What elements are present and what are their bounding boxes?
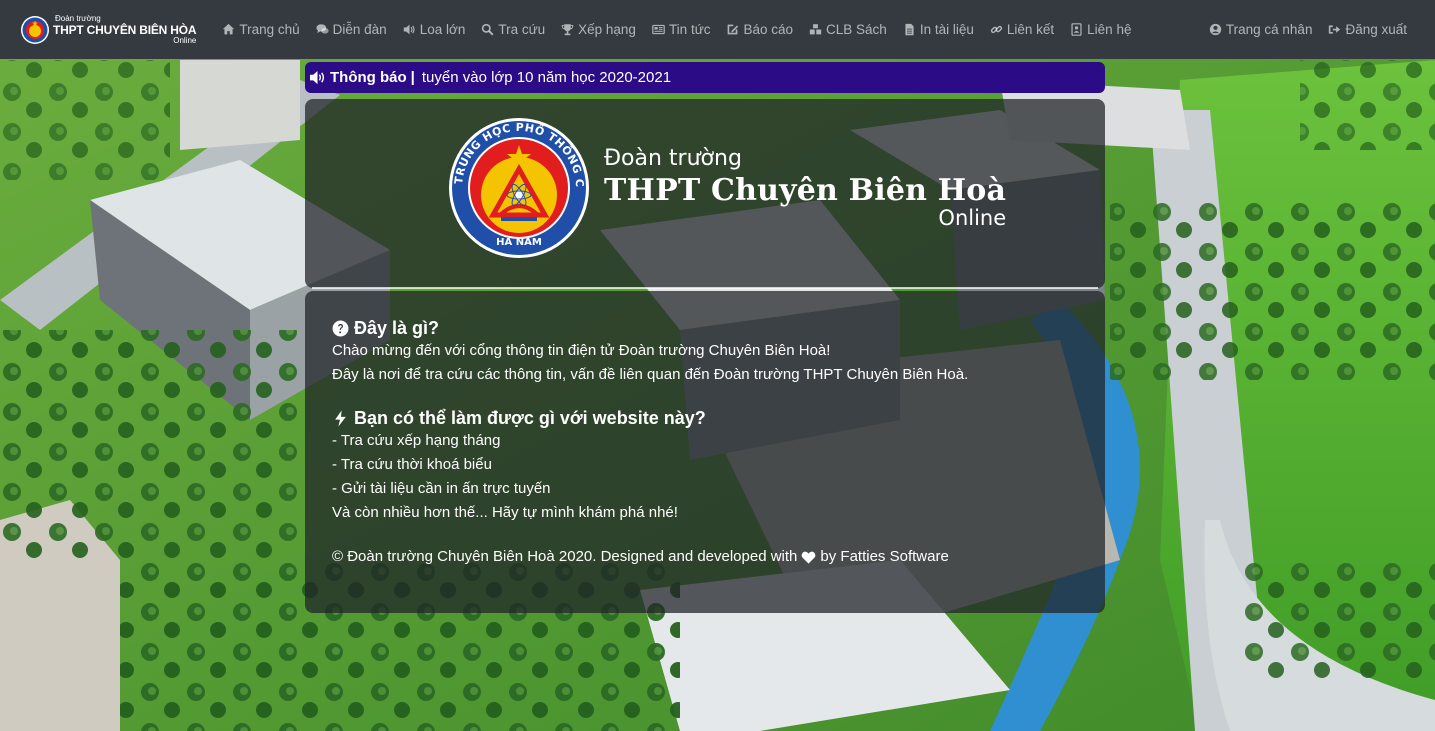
user-circle-icon (1209, 23, 1222, 36)
trophy-icon (561, 24, 574, 36)
nav-item-label: Loa lớn (419, 22, 466, 37)
section-heading-text: Đây là gì? (354, 318, 440, 338)
feature-list-item: - Tra cứu xếp hạng tháng (332, 432, 501, 449)
info-paragraph: Và còn nhiều hơn thế... Hãy tự mình khám… (332, 504, 678, 521)
bolt-icon (335, 410, 346, 426)
school-logo-icon (21, 15, 49, 44)
nav-item-bao-cao[interactable]: Báo cáo (718, 22, 801, 37)
nav-item-label: CLB Sách (826, 22, 887, 37)
brand-sub-text: Online (173, 35, 197, 45)
nav-item-label: Tra cứu (498, 22, 546, 37)
link-icon (990, 25, 1003, 34)
nav-item-clb-sach[interactable]: CLB Sách (801, 22, 895, 37)
nav-item-dang-xuat[interactable]: Đăng xuất (1320, 22, 1415, 37)
logo-bottom-text: HÀ NAM (496, 235, 542, 248)
nav-item-lien-ket[interactable]: Liên kết (982, 22, 1062, 37)
nav-item-lien-he[interactable]: Liên hệ (1062, 22, 1139, 37)
announcement-text[interactable]: tuyển vào lớp 10 năm học 2020-2021 (422, 69, 671, 86)
nav-item-label: Liên kết (1006, 22, 1055, 37)
top-navbar: Đoàn trường THPT CHUYÊN BIÊN HÒA Online … (0, 0, 1435, 59)
nav-item-trang-ca-nhan[interactable]: Trang cá nhân (1201, 22, 1321, 37)
nav-item-label: Báo cáo (743, 22, 794, 37)
announcement-separator: | (410, 69, 415, 86)
info-paragraph: Chào mừng đến với cổng thông tin điện tử… (332, 342, 831, 359)
nav-item-tra-cuu[interactable]: Tra cứu (473, 22, 553, 37)
home-icon (223, 23, 235, 35)
copyright-footer: © Đoàn trường Chuyên Biên Hoà 2020. Desi… (332, 545, 1105, 569)
sign-out-icon (1329, 25, 1341, 34)
question-circle-icon (332, 320, 349, 336)
nav-item-label: Trang chủ (239, 22, 300, 37)
brand-logo-link[interactable]: Đoàn trường THPT CHUYÊN BIÊN HÒA Online (20, 13, 197, 45)
cubes-icon (809, 24, 822, 35)
nav-item-dien-dan[interactable]: Diễn đàn (308, 22, 395, 37)
nav-item-trang-chu[interactable]: Trang chủ (214, 22, 307, 37)
volume-icon (403, 24, 415, 35)
search-icon (482, 23, 494, 36)
school-emblem-logo: TRUNG HỌC PHỔ THÔNG CHUYÊN BIÊN HÒA HÀ N… (448, 117, 589, 258)
brand-top-text: Đoàn trường (55, 13, 101, 23)
nav-item-label: Diễn đàn (332, 22, 387, 37)
newspaper-icon (652, 24, 665, 35)
feature-list-item: - Gửi tài liệu cần in ấn trực tuyến (332, 480, 551, 497)
nav-item-tin-tuc[interactable]: Tin tức (644, 22, 719, 37)
nav-item-label: Trang cá nhân (1225, 22, 1313, 37)
contact-card-icon (1071, 23, 1082, 36)
copyright-text: © Đoàn trường Chuyên Biên Hoà 2020. Desi… (332, 548, 798, 565)
file-icon (905, 23, 914, 36)
nav-item-label: Xếp hạng (578, 22, 636, 37)
hero-online-label: Online (938, 205, 1007, 230)
nav-item-label: Tin tức (668, 22, 711, 37)
info-card: Đây là gì? Chào mừng đến với cổng thông … (305, 291, 1105, 613)
comments-icon (316, 24, 329, 34)
section-heading-what-can-you-do: Bạn có thể làm được gì với website này? (332, 407, 1105, 429)
volume-icon (310, 70, 325, 85)
feature-list-item: - Tra cứu thời khoá biểu (332, 456, 492, 473)
announcement-bar[interactable]: Thông báo | tuyển vào lớp 10 năm học 202… (305, 62, 1105, 93)
hero-card: TRUNG HỌC PHỔ THÔNG CHUYÊN BIÊN HÒA HÀ N… (305, 99, 1105, 288)
brand-main-text: THPT CHUYÊN BIÊN HÒA (53, 22, 197, 37)
hero-divider (312, 287, 1098, 289)
section-heading-text: Bạn có thể làm được gì với website này? (354, 408, 706, 428)
nav-item-label: Đăng xuất (1345, 22, 1407, 37)
announcement-title: Thông báo (330, 69, 407, 86)
nav-item-loa-lon[interactable]: Loa lớn (395, 22, 474, 37)
nav-item-label: In tài liệu (919, 22, 974, 37)
hero-subtitle: Đoàn trường (604, 145, 742, 171)
hero-title: THPT Chuyên Biên Hoà (604, 172, 1007, 208)
nav-item-in-tai-lieu[interactable]: In tài liệu (895, 22, 982, 37)
edit-icon (728, 24, 739, 35)
nav-item-label: Liên hệ (1087, 22, 1132, 37)
info-paragraph: Đây là nơi để tra cứu các thông tin, vấn… (332, 366, 969, 383)
nav-item-xep-hang[interactable]: Xếp hạng (553, 22, 644, 37)
heart-icon (802, 551, 816, 564)
section-heading-what-is-this: Đây là gì? (332, 317, 1105, 339)
developer-credit-text: by Fatties Software (820, 548, 949, 565)
